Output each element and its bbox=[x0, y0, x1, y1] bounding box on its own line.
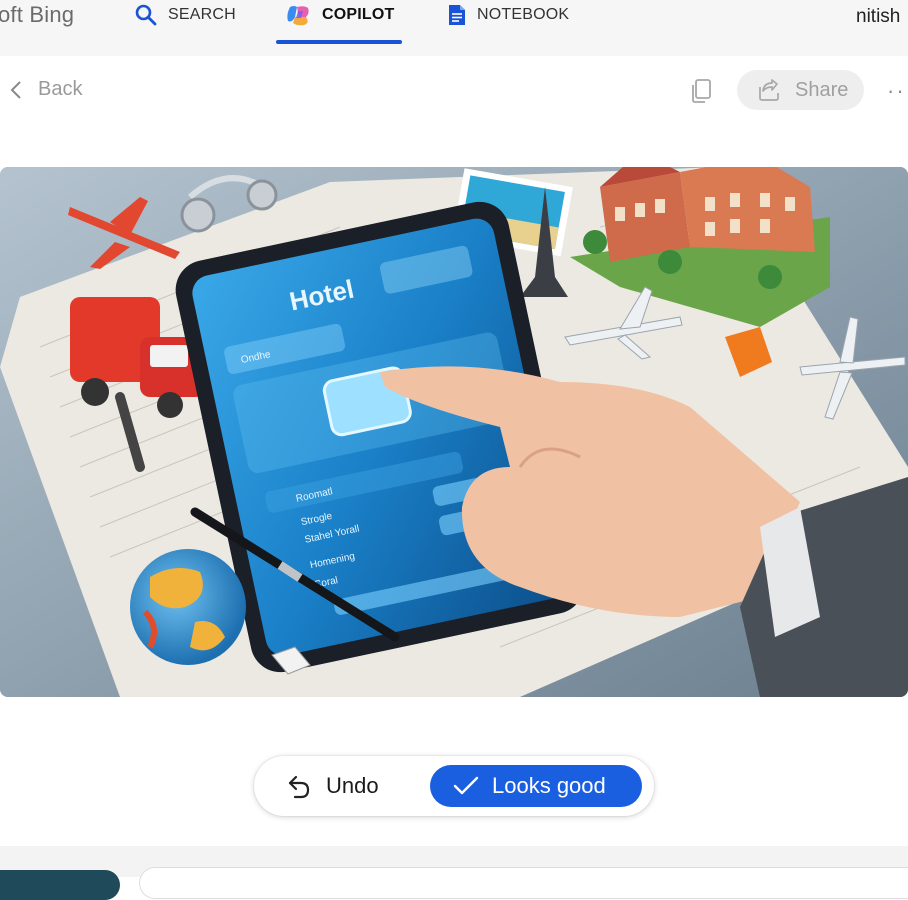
active-tab-indicator bbox=[276, 40, 402, 44]
tab-notebook-label: NOTEBOOK bbox=[477, 6, 570, 23]
tab-copilot[interactable]: COPILOT bbox=[286, 0, 395, 44]
chat-input[interactable] bbox=[140, 868, 908, 898]
tab-search-label: SEARCH bbox=[168, 6, 236, 23]
chevron-left-icon bbox=[10, 80, 21, 99]
feedback-choice-bar: Undo Looks good bbox=[254, 756, 654, 816]
notebook-icon bbox=[449, 5, 465, 25]
copy-button[interactable] bbox=[690, 78, 714, 104]
looks-good-label: Looks good bbox=[492, 773, 606, 798]
tab-copilot-label: COPILOT bbox=[322, 6, 395, 23]
undo-icon bbox=[288, 775, 310, 799]
undo-label: Undo bbox=[326, 773, 379, 798]
share-label: Share bbox=[795, 78, 849, 101]
copy-icon bbox=[692, 79, 711, 103]
top-nav-bar: oft Bing SEARCH COPILOT NOTEBOOK nitish bbox=[0, 0, 908, 56]
generated-image-art: Hotel Ondhe Roomatl Strogle Stahel Yoral… bbox=[0, 167, 908, 697]
share-button[interactable]: Share bbox=[737, 70, 864, 110]
looks-good-button[interactable]: Looks good bbox=[430, 765, 642, 807]
user-name[interactable]: nitish bbox=[856, 6, 900, 28]
back-button[interactable]: Back bbox=[10, 78, 82, 101]
copilot-icon bbox=[287, 6, 309, 26]
tab-search[interactable]: SEARCH bbox=[134, 0, 236, 44]
generated-image[interactable]: Hotel Ondhe Roomatl Strogle Stahel Yoral… bbox=[0, 167, 908, 697]
more-options-button[interactable]: ··· bbox=[887, 78, 908, 104]
undo-button[interactable]: Undo bbox=[286, 768, 379, 804]
back-label: Back bbox=[38, 78, 83, 100]
tab-notebook[interactable]: NOTEBOOK bbox=[447, 0, 569, 44]
share-icon bbox=[759, 79, 779, 101]
new-topic-button[interactable] bbox=[0, 870, 120, 900]
brand-logo[interactable]: oft Bing bbox=[0, 2, 74, 28]
search-icon bbox=[135, 4, 157, 26]
checkmark-icon bbox=[453, 776, 479, 795]
